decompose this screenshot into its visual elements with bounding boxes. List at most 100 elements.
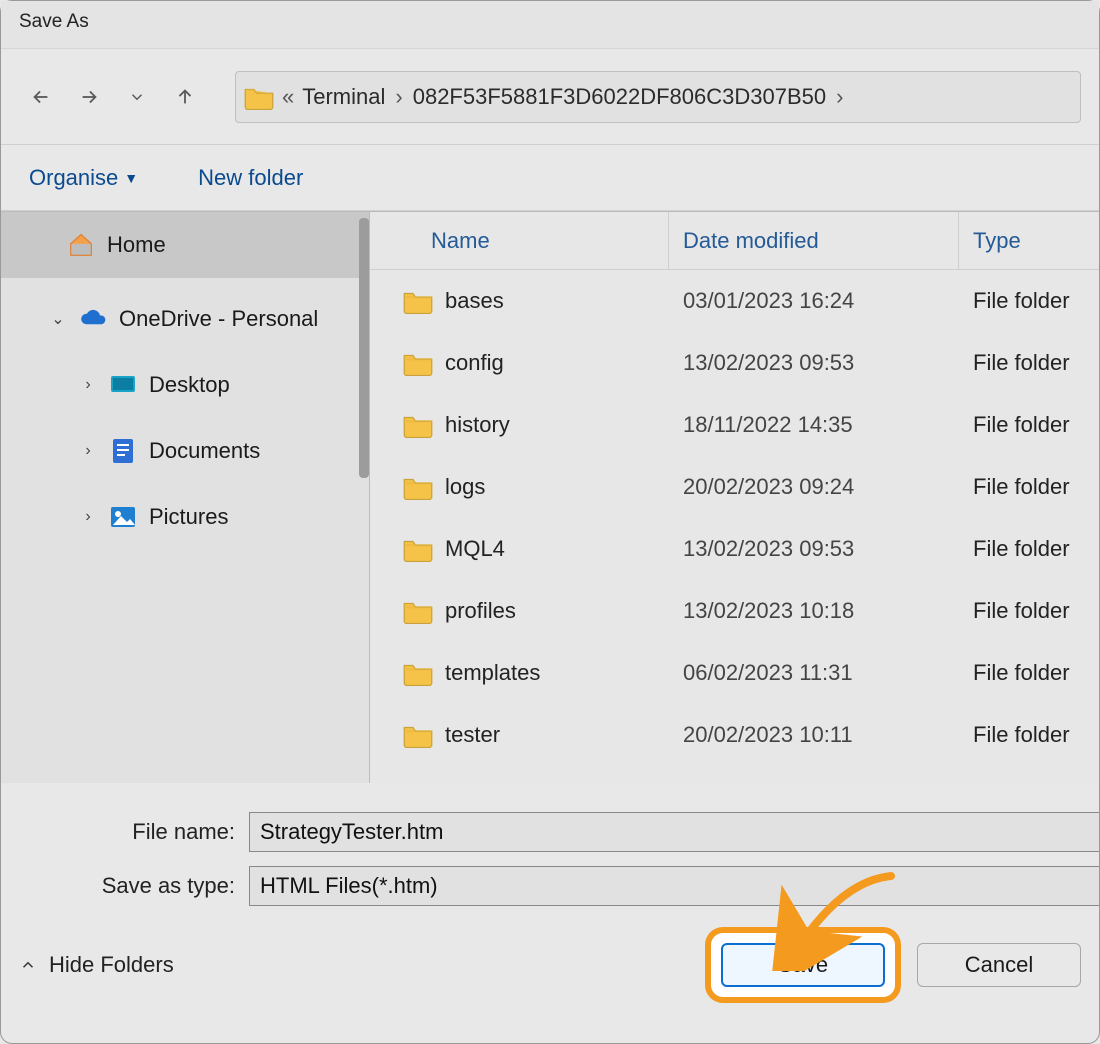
- cancel-label: Cancel: [965, 952, 1033, 978]
- sidebar-item-onedrive[interactable]: ⌄ OneDrive - Personal: [1, 286, 369, 352]
- sidebar-item-desktop[interactable]: › Desktop: [1, 352, 369, 418]
- sidebar-item-home[interactable]: Home: [1, 212, 369, 278]
- save-button[interactable]: Save: [721, 943, 885, 987]
- folder-icon: [403, 660, 433, 686]
- file-date-cell: 20/02/2023 10:11: [669, 722, 959, 748]
- sidebar-item-label: Pictures: [149, 504, 228, 530]
- organise-label: Organise: [29, 165, 118, 191]
- file-name-cell: templates: [369, 660, 669, 686]
- documents-icon: [109, 437, 137, 465]
- caret-down-icon: ▼: [124, 170, 138, 186]
- file-name: logs: [445, 474, 485, 500]
- save-form: File name: Save as type: HTML Files(*.ht…: [1, 783, 1099, 911]
- folder-icon: [403, 536, 433, 562]
- breadcrumb-overflow[interactable]: «: [282, 84, 294, 110]
- file-row[interactable]: tester 20/02/2023 10:11 File folder: [369, 704, 1099, 766]
- file-date-cell: 06/02/2023 11:31: [669, 660, 959, 686]
- chevron-right-icon[interactable]: ›: [79, 376, 97, 394]
- filename-label: File name:: [1, 819, 249, 845]
- file-name: bases: [445, 288, 504, 314]
- explorer-body: Home ⌄ OneDrive - Personal › Desktop › D…: [1, 211, 1099, 783]
- file-row[interactable]: bases 03/01/2023 16:24 File folder: [369, 270, 1099, 332]
- folder-icon: [403, 474, 433, 500]
- folder-icon: [403, 598, 433, 624]
- sidebar-item-label: Desktop: [149, 372, 230, 398]
- file-row[interactable]: logs 20/02/2023 09:24 File folder: [369, 456, 1099, 518]
- chevron-right-icon[interactable]: ›: [79, 508, 97, 526]
- file-row[interactable]: MQL4 13/02/2023 09:53 File folder: [369, 518, 1099, 580]
- file-row[interactable]: history 18/11/2022 14:35 File folder: [369, 394, 1099, 456]
- column-headers: Name Date modified Type: [369, 212, 1099, 270]
- file-name: templates: [445, 660, 540, 686]
- file-name: tester: [445, 722, 500, 748]
- folder-icon: [403, 412, 433, 438]
- dialog-footer: Hide Folders Save Cancel: [1, 915, 1099, 1015]
- new-folder-button[interactable]: New folder: [198, 165, 303, 191]
- file-name-cell: config: [369, 350, 669, 376]
- navigation-pane: Home ⌄ OneDrive - Personal › Desktop › D…: [1, 212, 369, 783]
- address-bar[interactable]: « Terminal › 082F53F5881F3D6022DF806C3D3…: [235, 71, 1081, 123]
- file-row[interactable]: templates 06/02/2023 11:31 File folder: [369, 642, 1099, 704]
- pictures-icon: [109, 503, 137, 531]
- sidebar-scrollbar[interactable]: [359, 218, 369, 478]
- up-button[interactable]: [163, 75, 207, 119]
- file-type-cell: File folder: [959, 722, 1099, 748]
- chevron-right-icon[interactable]: ›: [79, 442, 97, 460]
- file-type-cell: File folder: [959, 598, 1099, 624]
- column-header-name[interactable]: Name: [369, 212, 669, 269]
- file-name: config: [445, 350, 504, 376]
- filetype-value: HTML Files(*.htm): [260, 873, 438, 899]
- forward-button[interactable]: [67, 75, 111, 119]
- file-type-cell: File folder: [959, 288, 1099, 314]
- arrow-right-icon: [78, 86, 100, 108]
- column-header-date[interactable]: Date modified: [669, 212, 959, 269]
- organise-button[interactable]: Organise ▼: [29, 165, 138, 191]
- pane-divider[interactable]: [369, 212, 370, 783]
- chevron-right-icon[interactable]: ›: [393, 84, 404, 110]
- home-icon: [67, 231, 95, 259]
- cloud-icon: [79, 305, 107, 333]
- hide-folders-button[interactable]: Hide Folders: [19, 952, 174, 978]
- filetype-label: Save as type:: [1, 873, 249, 899]
- recent-locations-button[interactable]: [115, 75, 159, 119]
- file-name: profiles: [445, 598, 516, 624]
- window-title: Save As: [19, 11, 89, 32]
- arrow-left-icon: [30, 86, 52, 108]
- file-date-cell: 13/02/2023 09:53: [669, 350, 959, 376]
- column-header-type[interactable]: Type: [959, 212, 1099, 269]
- new-folder-label: New folder: [198, 165, 303, 191]
- file-date-cell: 20/02/2023 09:24: [669, 474, 959, 500]
- file-list-pane: Name Date modified Type bases 03/01/2023…: [369, 212, 1099, 783]
- breadcrumb-segment[interactable]: Terminal: [302, 84, 385, 110]
- save-label: Save: [778, 952, 828, 978]
- chevron-right-icon[interactable]: ›: [834, 84, 845, 110]
- folder-icon: [244, 84, 274, 110]
- file-name-cell: MQL4: [369, 536, 669, 562]
- sidebar-item-pictures[interactable]: › Pictures: [1, 484, 369, 550]
- hide-folders-label: Hide Folders: [49, 952, 174, 978]
- navigation-bar: « Terminal › 082F53F5881F3D6022DF806C3D3…: [1, 49, 1099, 145]
- file-date-cell: 18/11/2022 14:35: [669, 412, 959, 438]
- chevron-down-icon[interactable]: ⌄: [49, 309, 67, 329]
- breadcrumb-label: Terminal: [302, 84, 385, 110]
- folder-icon: [403, 722, 433, 748]
- file-name-cell: profiles: [369, 598, 669, 624]
- sidebar-item-documents[interactable]: › Documents: [1, 418, 369, 484]
- file-name-cell: history: [369, 412, 669, 438]
- filename-input[interactable]: [249, 812, 1099, 852]
- filetype-row: Save as type: HTML Files(*.htm): [1, 861, 1099, 911]
- sidebar-item-label: OneDrive - Personal: [119, 306, 318, 332]
- folder-icon: [403, 288, 433, 314]
- file-type-cell: File folder: [959, 474, 1099, 500]
- chevron-down-icon: [128, 88, 146, 106]
- file-type-cell: File folder: [959, 412, 1099, 438]
- file-row[interactable]: config 13/02/2023 09:53 File folder: [369, 332, 1099, 394]
- toolbar: Organise ▼ New folder: [1, 145, 1099, 211]
- file-name-cell: tester: [369, 722, 669, 748]
- cancel-button[interactable]: Cancel: [917, 943, 1081, 987]
- file-row[interactable]: profiles 13/02/2023 10:18 File folder: [369, 580, 1099, 642]
- file-date-cell: 13/02/2023 09:53: [669, 536, 959, 562]
- back-button[interactable]: [19, 75, 63, 119]
- filetype-select[interactable]: HTML Files(*.htm): [249, 866, 1099, 906]
- breadcrumb-segment[interactable]: 082F53F5881F3D6022DF806C3D307B50: [413, 84, 826, 110]
